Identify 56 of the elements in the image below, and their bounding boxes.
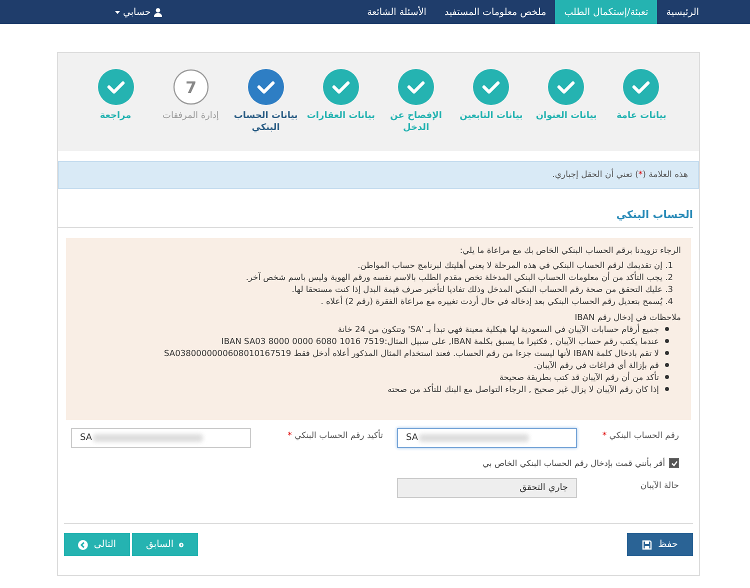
save-icon [642,540,652,550]
check-step-icon[interactable] [473,69,510,105]
step-label[interactable]: بيانات العنوان [536,111,597,123]
check-step-icon[interactable] [248,69,284,105]
iban-input-field[interactable]: SA [71,428,251,448]
step-label[interactable]: الإفصاح عن الدخل [381,111,452,134]
check-step-icon[interactable] [322,69,359,105]
field-label: حالة الآيبان [639,480,679,493]
bullet-icon [665,363,669,368]
nav-tab[interactable]: الأسئلة الشائعة [358,0,436,24]
check-step-icon[interactable] [398,69,434,105]
iban-note: قم بإزالة أي فراغات في رقم الآيبان. [534,359,659,372]
caret-icon [115,10,120,14]
bullet-icon [665,375,669,380]
step-label[interactable]: بيانات الحساب البنكي [230,111,301,134]
next-button[interactable]: التالى [64,533,130,556]
step-label[interactable]: بيانات العقارات [306,111,375,123]
nav-tab[interactable]: ملخص معلومات المستفيد [435,0,556,24]
instructions-intro: الرجاء تزويدنا برقم الحساب البنكي الخاص بك مع مراعاة ما يلي: [458,244,681,256]
check-step-icon[interactable] [98,69,134,105]
step-label[interactable]: بيانات عامة [616,111,666,123]
iban-note: تأكد من أن رقم الآيبان قد كتب بطريقة صحيحة [499,371,659,384]
bullet-icon [665,327,669,332]
iban-note: لا تقم بادخال كلمة IBAN لأنها ليست جزءا من رقم الحساب. فعند استخدام المثال المذكور أعلاه أدخل فقط SA0380000000608010167519 [164,347,659,360]
nav-tab[interactable]: الرئيسية [657,0,708,24]
user-icon [154,8,162,16]
arrow-right-icon [179,540,184,550]
step-label[interactable]: مراجعة [100,111,132,123]
step-number-badge[interactable]: 7 [172,69,209,105]
nav-tab[interactable]: تعبئة/إستكمال الطلب [555,0,658,24]
required-notice: هذه العلامة (* ) تعني أن الحقل إجباري. [58,161,699,189]
step-label[interactable]: بيانات التابعين [460,111,523,123]
instruction-point: 1. إن تقديمك لرقم الحساب البنكي في هذه المرحلة لا يعني أهليتك لبرنامج حساب المواطن. [356,259,673,272]
iban-notes-title: ملاحظات في إدخال رقم IBAN [574,311,681,324]
iban-input-field[interactable]: SA [397,428,577,448]
agree-checkbox[interactable] [669,458,679,468]
bullet-icon [665,387,669,392]
instruction-point: 2. يجب التأكد من أن معلومات الحساب البنكي المدخلة تخص مقدم الطلب بالاسم نفسه ورقم الهوية وليس باسم شخص آخر. [244,271,673,284]
arrow-left-icon [78,540,88,550]
field-label: رقم الحساب البنكي * [601,430,679,443]
bullet-icon [665,351,669,356]
iban-note: عندما يكتب رقم حساب الآيبان , فكثيرا ما يسبق بكلمة IBAN, على سبيل المثال:IBAN SA03 8000 0000 6080 1016 7519 [221,335,659,348]
iban-note: إذا كان رقم الآيبان لا يزال غير صحيح , الرجاء التواصل مع البنك للتأكد من صحته [388,383,659,396]
step-label[interactable]: إدارة المرفقات [162,111,219,123]
instruction-point: 4. يُسمح بتعديل رقم الحساب البنكي بعد إدخاله في حال أردت تغييره مع مراعاة الفقرة (رقم 2) أعلاه . [320,295,673,308]
bullet-icon [665,339,669,344]
agree-label: أقر بأنني قمت بإدخال رقم الحساب البنكي الخاص بي [482,458,665,468]
check-step-icon[interactable] [623,69,660,105]
account-menu[interactable]: حسابي [115,0,162,24]
field-label: تأكيد رقم الحساب البنكي * [286,428,383,443]
section-title: الحساب البنكي [58,209,693,228]
save-button[interactable]: حفظ [627,533,693,556]
iban-note: جميع أرقام حسابات الآيبان في السعودية لها هيكلية معينة فهي تبدأ بـ 'SA' وتتكون من 24 خانة [338,323,659,336]
check-step-icon[interactable] [548,69,584,105]
instruction-point: 3. عليك التحقق من صحة رقم الحساب البنكي المدخل وذلك تفاديا لتأخير صرف قيمة البدل إذا كنت مستحقا لها. [290,283,673,296]
previous-button[interactable]: السابق [132,533,198,556]
